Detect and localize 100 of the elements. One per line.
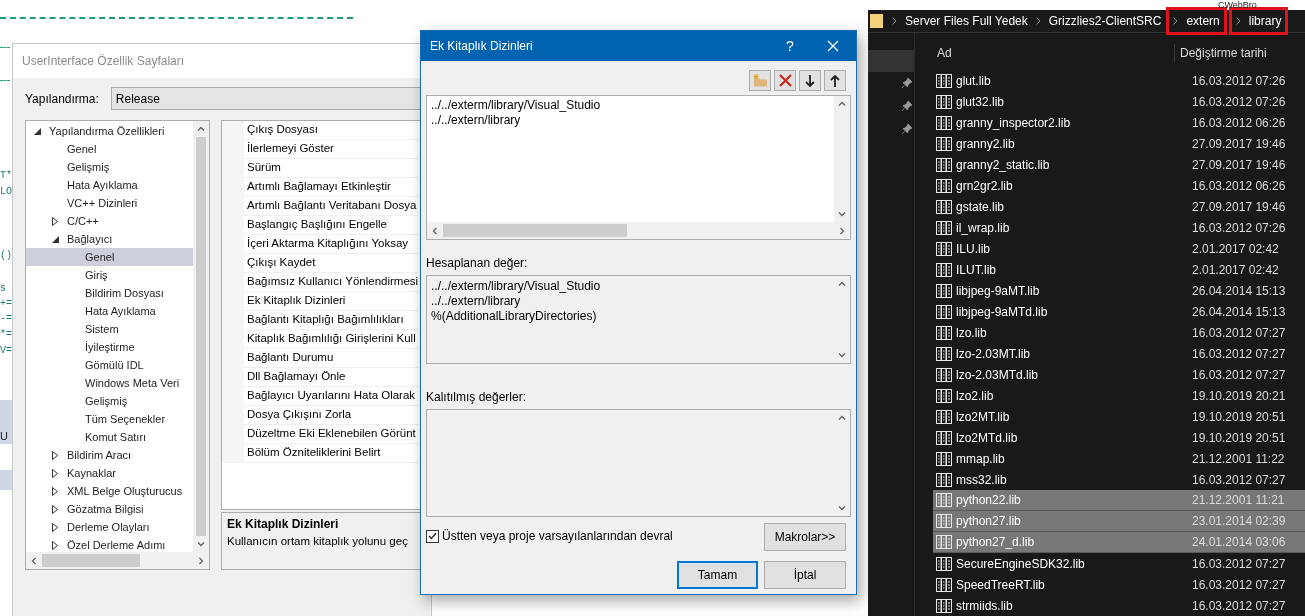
property-row[interactable]: Düzeltme Eki Eklenebilen Görünt [244, 425, 419, 444]
tree-item[interactable]: XML Belge Oluşturucus [26, 482, 193, 500]
tree-item[interactable]: Genel [26, 140, 193, 158]
pin-icon[interactable] [902, 101, 912, 111]
breadcrumb-item[interactable]: Grizzlies2-ClientSRC [1048, 12, 1162, 30]
tree-item[interactable]: Derleme Olayları [26, 518, 193, 536]
tree-item[interactable]: Giriş [26, 266, 193, 284]
property-row[interactable]: İçeri Aktarma Kitaplığını Yoksay [244, 235, 419, 254]
tree-item[interactable]: Komut Satırı [26, 428, 193, 446]
column-header[interactable]: Ad [915, 44, 1174, 62]
file-row[interactable]: granny2.lib 27.09.2017 19:46 [933, 133, 1305, 154]
tree-item[interactable]: Gelişmiş [26, 392, 193, 410]
file-row[interactable]: mmap.lib 21.12.2001 11:22 [933, 448, 1305, 469]
file-row[interactable]: il_wrap.lib 16.03.2012 07:26 [933, 217, 1305, 238]
file-row[interactable]: lzo.lib 16.03.2012 07:27 [933, 322, 1305, 343]
property-row[interactable]: Bağımsız Kullanıcı Yönlendirmesi [244, 273, 419, 292]
tree-item[interactable]: Gözatma Bilgisi [26, 500, 193, 518]
file-row[interactable]: lzo2.lib 19.10.2019 20:21 [933, 385, 1305, 406]
expanded-icon[interactable] [52, 235, 59, 243]
tree-item[interactable]: Gömülü IDL [26, 356, 193, 374]
file-row[interactable]: lzo-2.03MT.lib 16.03.2012 07:27 [933, 343, 1305, 364]
file-row[interactable]: python22.lib 21.12.2001 11:21 [933, 490, 1305, 511]
file-row[interactable]: glut.lib 16.03.2012 07:26 [933, 70, 1305, 91]
tree-item[interactable]: Sistem [26, 320, 193, 338]
books-icon [936, 199, 952, 214]
tree-item[interactable]: C/C++ [26, 212, 193, 230]
breadcrumb-item[interactable]: extern [1186, 12, 1220, 30]
editor-tab[interactable]: U [0, 400, 12, 444]
property-row[interactable]: Ek Kitaplık Dizinleri [244, 292, 419, 311]
down-arrow-icon [805, 74, 815, 87]
tree-item[interactable]: Yapılandırma Özellikleri [26, 122, 193, 140]
vertical-scrollbar[interactable] [193, 121, 209, 552]
help-button[interactable]: ? [770, 31, 810, 61]
property-row[interactable]: İlerlemeyi Göster [244, 140, 419, 159]
column-header[interactable]: Değiştirme tarihi [1174, 44, 1267, 62]
horizontal-scrollbar[interactable] [427, 222, 850, 239]
property-row[interactable]: Artımlı Bağlantı Veritabanı Dosya [244, 197, 419, 216]
property-row[interactable]: Dosya Çıkışını Zorla [244, 406, 419, 425]
property-row[interactable]: Bağlantı Durumu [244, 349, 419, 368]
computed-value: ../../exterm/library/Visual_Studio [431, 279, 602, 294]
pin-icon[interactable] [902, 78, 912, 88]
tree-item[interactable]: Genel [26, 248, 193, 266]
property-row[interactable]: Çıkış Dosyası [244, 121, 419, 140]
file-row[interactable]: python27.lib 23.01.2014 02:39 [933, 511, 1305, 532]
move-up-button[interactable] [824, 70, 846, 91]
file-row[interactable]: gstate.lib 27.09.2017 19:46 [933, 196, 1305, 217]
breadcrumb-item[interactable]: library [1248, 12, 1282, 30]
breadcrumb-item[interactable]: Server Files Full Yedek [905, 12, 1028, 30]
tree-item[interactable]: Kaynaklar [26, 464, 193, 482]
file-row[interactable]: libjpeg-9aMT.lib 26.04.2014 15:13 [933, 280, 1305, 301]
file-row[interactable]: lzo2MTd.lib 19.10.2019 20:51 [933, 427, 1305, 448]
tree-item[interactable]: Bildirim Dosyası [26, 284, 193, 302]
move-down-button[interactable] [799, 70, 821, 91]
property-row[interactable]: Artımlı Bağlamayı Etkinleştir [244, 178, 419, 197]
file-row[interactable]: python27_d.lib 24.01.2014 03:06 [933, 532, 1305, 553]
tree-item[interactable]: Özel Derleme Adımı [26, 536, 193, 552]
file-row[interactable]: granny2_static.lib 27.09.2017 19:46 [933, 154, 1305, 175]
file-row[interactable]: grn2gr2.lib 16.03.2012 06:26 [933, 175, 1305, 196]
property-row[interactable]: Kitaplık Bağımlılığı Girişlerini Kull [244, 330, 419, 349]
file-row[interactable]: libjpeg-9aMTd.lib 26.04.2014 15:13 [933, 301, 1305, 322]
ok-button[interactable]: Tamam [677, 561, 758, 589]
property-row[interactable]: Bağlantı Kitaplığı Bağımlılıkları [244, 311, 419, 330]
tree-item[interactable]: Bağlayıcı [26, 230, 193, 248]
cancel-button[interactable]: İptal [764, 561, 846, 589]
file-row[interactable]: mss32.lib 16.03.2012 07:27 [933, 469, 1305, 490]
file-row[interactable]: SecureEngineSDK32.lib 16.03.2012 07:27 [933, 553, 1305, 574]
file-row[interactable]: lzo2MT.lib 19.10.2019 20:51 [933, 406, 1305, 427]
tree-item[interactable]: Windows Meta Veri [26, 374, 193, 392]
file-row[interactable]: ILUT.lib 2.01.2017 02:42 [933, 259, 1305, 280]
property-row[interactable]: Bölüm Özniteliklerini Belirt [244, 444, 419, 463]
expanded-icon[interactable] [34, 127, 41, 135]
books-icon [936, 535, 952, 549]
file-row[interactable]: lzo-2.03MTd.lib 16.03.2012 07:27 [933, 364, 1305, 385]
property-row[interactable]: Çıkışı Kaydet [244, 254, 419, 273]
delete-button[interactable] [774, 70, 796, 91]
file-row[interactable]: strmiids.lib 16.03.2012 07:27 [933, 595, 1305, 616]
inherit-checkbox[interactable]: Üstten veya proje varsayılanlarından devral [426, 527, 673, 545]
property-row[interactable]: Dll Bağlamayı Önle [244, 368, 419, 387]
directory-entry[interactable]: ../../exterm/library/Visual_Studio [431, 98, 834, 113]
property-row[interactable]: Sürüm [244, 159, 419, 178]
file-row[interactable]: ILU.lib 2.01.2017 02:42 [933, 238, 1305, 259]
vertical-scrollbar[interactable] [834, 96, 850, 222]
tree-item[interactable]: VC++ Dizinleri [26, 194, 193, 212]
file-row[interactable]: SpeedTreeRT.lib 16.03.2012 07:27 [933, 574, 1305, 595]
macros-button[interactable]: Makrolar>> [764, 523, 846, 551]
property-row[interactable]: Başlangıç Başlığını Engelle [244, 216, 419, 235]
directory-entry[interactable]: ../../extern/library [431, 113, 834, 128]
tree-item[interactable]: Gelişmiş [26, 158, 193, 176]
horizontal-scrollbar[interactable] [26, 552, 209, 569]
tree-item[interactable]: Bildirim Aracı [26, 446, 193, 464]
tree-item[interactable]: Hata Ayıklama [26, 302, 193, 320]
property-row[interactable]: Bağlayıcı Uyarılarını Hata Olarak [244, 387, 419, 406]
file-row[interactable]: glut32.lib 16.03.2012 07:26 [933, 91, 1305, 112]
collapsed-icon[interactable] [52, 216, 58, 226]
tree-item[interactable]: Tüm Seçenekler [26, 410, 193, 428]
tree-item[interactable]: Hata Ayıklama [26, 176, 193, 194]
pin-icon[interactable] [902, 124, 912, 134]
tree-item[interactable]: İyileştirme [26, 338, 193, 356]
file-row[interactable]: granny_inspector2.lib 16.03.2012 06:26 [933, 112, 1305, 133]
books-icon [936, 283, 952, 298]
